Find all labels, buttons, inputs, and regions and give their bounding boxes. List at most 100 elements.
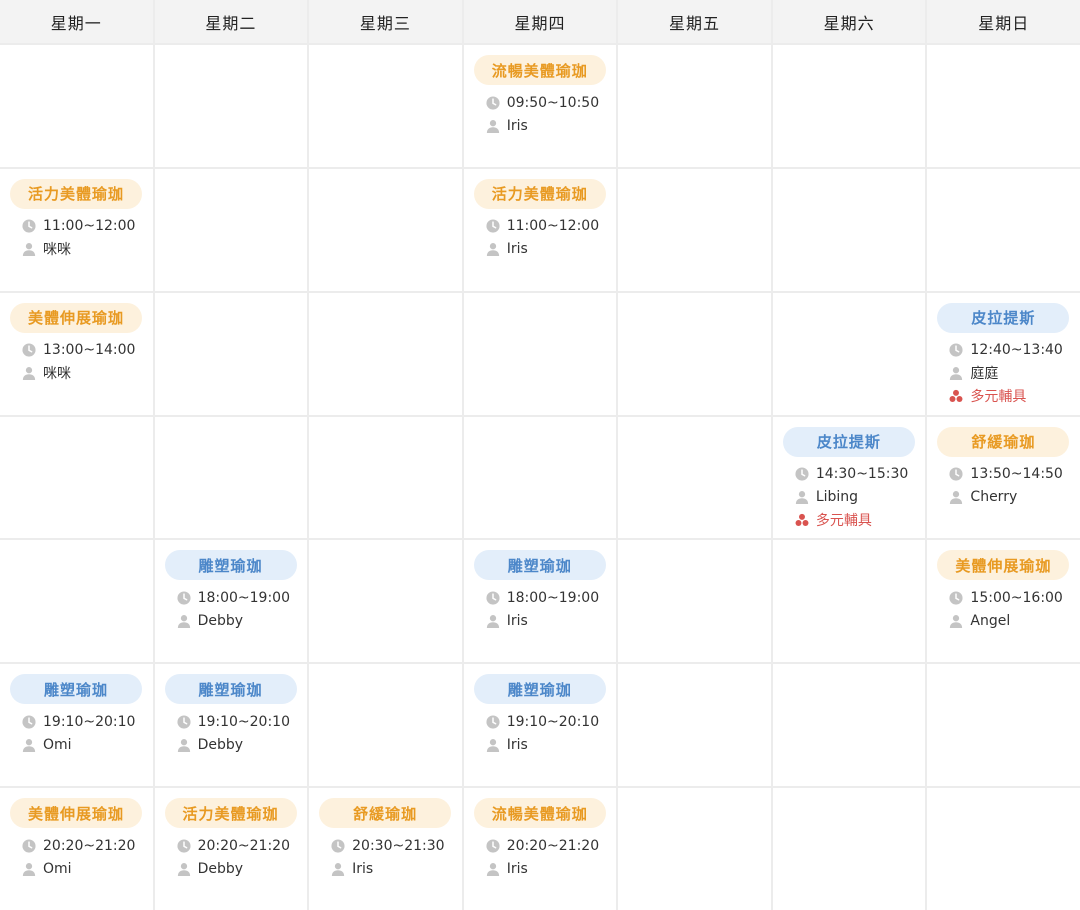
class-card[interactable]: 皮拉提斯 14:30~15:30 Libing 多元輔具 xyxy=(772,416,926,539)
class-time-row: 14:30~15:30 xyxy=(783,463,916,486)
class-teacher: Iris xyxy=(506,860,528,877)
person-icon xyxy=(486,738,507,752)
class-time: 19:10~20:10 xyxy=(43,713,136,730)
class-teacher: Iris xyxy=(506,612,528,629)
class-teacher: Angel xyxy=(970,612,1011,629)
class-name-badge[interactable]: 雕塑瑜珈 xyxy=(473,550,606,581)
class-card[interactable]: 舒緩瑜珈 13:50~14:50 Cherry xyxy=(927,416,1080,539)
class-name-badge[interactable]: 雕塑瑜珈 xyxy=(164,674,297,705)
clock-icon xyxy=(949,343,970,357)
class-card[interactable]: 美體伸展瑜珈 15:00~16:00 Angel xyxy=(927,540,1080,663)
class-card[interactable]: 活力美體瑜珈 11:00~12:00 Iris xyxy=(463,168,617,291)
class-time-row: 13:50~14:50 xyxy=(937,463,1070,486)
class-time: 18:00~19:00 xyxy=(506,589,600,606)
schedule-cell xyxy=(772,540,926,663)
class-card[interactable]: 美體伸展瑜珈 20:20~21:20 Omi xyxy=(0,788,153,910)
person-icon xyxy=(331,862,352,876)
class-time-row: 09:50~10:50 xyxy=(474,91,607,114)
class-teacher-row: Debby xyxy=(165,609,298,632)
class-card[interactable]: 雕塑瑜珈 18:00~19:00 Iris xyxy=(463,540,617,663)
class-name-badge[interactable]: 皮拉提斯 xyxy=(937,302,1070,333)
class-name-badge[interactable]: 雕塑瑜珈 xyxy=(473,674,606,705)
class-teacher: Debby xyxy=(197,612,244,629)
class-name-badge[interactable]: 活力美體瑜珈 xyxy=(10,178,142,209)
person-icon xyxy=(795,490,816,505)
class-time: 20:20~21:20 xyxy=(43,837,136,854)
class-name-badge[interactable]: 流暢美體瑜珈 xyxy=(473,55,606,85)
class-name-badge[interactable]: 活力美體瑜珈 xyxy=(473,178,606,209)
class-card[interactable]: 雕塑瑜珈 18:00~19:00 Debby xyxy=(154,540,308,663)
schedule-cell xyxy=(618,788,771,910)
class-time-row: 18:00~19:00 xyxy=(165,586,298,609)
class-card[interactable]: 流暢美體瑜珈 20:20~21:20 Iris xyxy=(463,788,617,910)
class-name-badge[interactable]: 美體伸展瑜珈 xyxy=(10,302,142,333)
class-teacher: Iris xyxy=(506,736,528,753)
class-time-row: 19:10~20:10 xyxy=(474,710,607,733)
person-icon xyxy=(486,614,507,628)
schedule-cell xyxy=(618,540,771,663)
class-name-badge[interactable]: 雕塑瑜珈 xyxy=(10,674,142,705)
class-time-row: 19:10~20:10 xyxy=(10,710,143,733)
class-teacher-row: Debby xyxy=(165,857,298,880)
class-name-badge[interactable]: 活力美體瑜珈 xyxy=(164,798,297,829)
class-time: 15:00~16:00 xyxy=(970,589,1063,606)
class-card[interactable]: 活力美體瑜珈 20:20~21:20 Debby xyxy=(154,788,308,910)
class-time-row: 20:30~21:30 xyxy=(319,834,452,857)
clock-icon xyxy=(22,219,43,233)
class-card[interactable]: 美體伸展瑜珈 13:00~14:00 咪咪 xyxy=(0,292,153,415)
class-name-badge[interactable]: 舒緩瑜珈 xyxy=(319,798,452,829)
class-teacher-row: Debby xyxy=(165,733,298,756)
person-icon xyxy=(22,242,43,257)
clock-icon xyxy=(486,591,507,605)
class-teacher-row: Iris xyxy=(474,733,607,756)
class-card[interactable]: 雕塑瑜珈 19:10~20:10 Debby xyxy=(154,664,308,787)
class-time-row: 19:10~20:10 xyxy=(165,710,298,733)
class-name-badge[interactable]: 皮拉提斯 xyxy=(782,426,915,457)
day-header: 星期五 xyxy=(618,0,771,43)
class-teacher: 咪咪 xyxy=(43,242,71,259)
person-icon xyxy=(949,366,970,381)
class-time: 20:20~21:20 xyxy=(506,837,600,854)
class-name-badge[interactable]: 雕塑瑜珈 xyxy=(164,550,297,581)
class-name-badge[interactable]: 美體伸展瑜珈 xyxy=(937,550,1070,581)
clock-icon xyxy=(486,715,507,729)
class-time: 13:50~14:50 xyxy=(970,466,1063,483)
schedule-cell xyxy=(618,292,771,415)
schedule-cell xyxy=(618,45,771,167)
person-icon xyxy=(22,366,43,381)
schedule-cell xyxy=(927,168,1080,291)
class-time: 18:00~19:00 xyxy=(197,589,290,606)
class-card[interactable]: 活力美體瑜珈 11:00~12:00 咪咪 xyxy=(0,168,153,291)
class-time-row: 20:20~21:20 xyxy=(165,834,298,857)
schedule-cell xyxy=(463,416,617,539)
person-icon xyxy=(949,490,970,505)
class-teacher: Iris xyxy=(352,860,374,877)
clock-icon xyxy=(949,467,970,481)
class-teacher-row: Omi xyxy=(10,857,143,880)
clock-icon xyxy=(177,591,198,605)
person-icon xyxy=(486,242,507,257)
person-icon xyxy=(22,862,43,876)
person-icon xyxy=(177,738,198,752)
class-teacher-row: Cherry xyxy=(937,486,1070,509)
class-teacher-row: Iris xyxy=(474,857,607,880)
clock-icon xyxy=(949,591,970,605)
class-teacher: Libing xyxy=(815,489,859,506)
class-name-badge[interactable]: 流暢美體瑜珈 xyxy=(473,798,606,829)
class-teacher-row: 咪咪 xyxy=(10,238,143,261)
class-card[interactable]: 流暢美體瑜珈 09:50~10:50 Iris xyxy=(463,45,617,167)
class-card[interactable]: 舒緩瑜珈 20:30~21:30 Iris xyxy=(309,788,462,910)
class-name-badge[interactable]: 美體伸展瑜珈 xyxy=(10,798,142,829)
class-card[interactable]: 雕塑瑜珈 19:10~20:10 Iris xyxy=(463,664,617,787)
class-time-row: 18:00~19:00 xyxy=(474,586,607,609)
schedule-cell xyxy=(772,168,926,291)
class-card[interactable]: 雕塑瑜珈 19:10~20:10 Omi xyxy=(0,664,153,787)
clock-icon xyxy=(22,715,43,729)
class-name-badge[interactable]: 舒緩瑜珈 xyxy=(937,426,1070,457)
class-teacher: Iris xyxy=(506,117,528,134)
schedule-cell xyxy=(772,788,926,910)
day-header: 星期六 xyxy=(772,0,926,43)
class-card[interactable]: 皮拉提斯 12:40~13:40 庭庭 多元輔具 xyxy=(927,292,1080,415)
class-teacher: 庭庭 xyxy=(970,366,999,383)
schedule-cell xyxy=(309,292,462,415)
